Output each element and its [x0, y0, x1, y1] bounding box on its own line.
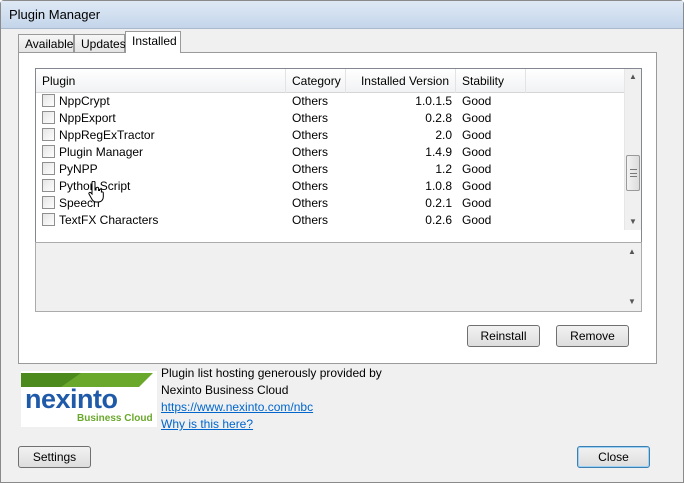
arrow-down-icon[interactable]: ▼	[629, 217, 637, 226]
row-checkbox[interactable]	[42, 196, 55, 209]
plugin-category: Others	[292, 94, 329, 108]
plugin-category: Others	[292, 128, 329, 142]
list-header: Plugin Category Installed Version Stabil…	[36, 69, 626, 93]
plugin-category: Others	[292, 162, 329, 176]
column-header-installed-version[interactable]: Installed Version	[346, 69, 456, 93]
plugin-stability: Good	[462, 196, 492, 210]
plugin-version: 1.0.8	[425, 179, 452, 193]
plugin-stability: Good	[462, 111, 492, 125]
row-checkbox[interactable]	[42, 179, 55, 192]
table-row[interactable]: Plugin Manager Others 1.4.9 Good	[36, 144, 626, 161]
tab-available[interactable]: Available	[18, 34, 74, 53]
arrow-up-icon[interactable]: ▲	[628, 247, 636, 256]
plugin-stability: Good	[462, 179, 492, 193]
close-button[interactable]: Close	[577, 446, 650, 468]
plugin-version: 0.2.1	[425, 196, 452, 210]
column-header-category[interactable]: Category	[286, 69, 346, 93]
plugin-version: 0.2.6	[425, 213, 452, 227]
remove-button[interactable]: Remove	[556, 325, 629, 347]
why-is-this-here-link[interactable]: Why is this here?	[161, 417, 253, 431]
sponsor-section: nexinto Business Cloud Plugin list hosti…	[18, 366, 658, 437]
sponsor-line-2: Nexinto Business Cloud	[161, 383, 289, 397]
plugin-version: 0.2.8	[425, 111, 452, 125]
plugin-name: NppCrypt	[59, 94, 110, 108]
table-row[interactable]: NppRegExTractor Others 2.0 Good	[36, 127, 626, 144]
plugin-category: Others	[292, 179, 329, 193]
window-title: Plugin Manager	[9, 7, 101, 22]
plugin-stability: Good	[462, 162, 492, 176]
row-checkbox[interactable]	[42, 128, 55, 141]
plugin-category: Others	[292, 145, 329, 159]
table-row[interactable]: PyNPP Others 1.2 Good	[36, 161, 626, 178]
grip-icon	[630, 169, 637, 177]
arrow-up-icon[interactable]: ▲	[629, 72, 637, 81]
plugin-stability: Good	[462, 94, 492, 108]
nexinto-logo[interactable]: nexinto Business Cloud	[21, 371, 157, 427]
table-row[interactable]: TextFX Characters Others 0.2.6 Good	[36, 212, 626, 229]
arrow-down-icon[interactable]: ▼	[628, 297, 636, 306]
row-checkbox[interactable]	[42, 162, 55, 175]
row-checkbox[interactable]	[42, 94, 55, 107]
plugin-stability: Good	[462, 213, 492, 227]
plugin-description-box[interactable]: ▲ ▼	[35, 242, 642, 312]
scroll-thumb[interactable]	[626, 155, 640, 191]
installed-tab-panel: Plugin Category Installed Version Stabil…	[18, 52, 657, 364]
row-checkbox[interactable]	[42, 213, 55, 226]
settings-button[interactable]: Settings	[18, 446, 91, 468]
sponsor-line-1: Plugin list hosting generously provided …	[161, 366, 382, 380]
row-checkbox[interactable]	[42, 111, 55, 124]
table-row[interactable]: Python Script Others 1.0.8 Good	[36, 178, 626, 195]
plugin-version: 1.0.1.5	[415, 94, 452, 108]
plugin-manager-window: Plugin Manager Available Updates Install…	[0, 0, 684, 483]
plugin-name: TextFX Characters	[59, 213, 159, 227]
plugin-category: Others	[292, 213, 329, 227]
reinstall-button[interactable]: Reinstall	[467, 325, 540, 347]
plugin-version: 2.0	[435, 128, 452, 142]
logo-wordmark: nexinto	[25, 384, 118, 414]
table-row[interactable]: NppCrypt Others 1.0.1.5 Good	[36, 93, 626, 110]
row-checkbox[interactable]	[42, 145, 55, 158]
plugin-version: 1.2	[435, 162, 452, 176]
table-row[interactable]: NppExport Others 0.2.8 Good	[36, 110, 626, 127]
sponsor-url-link[interactable]: https://www.nexinto.com/nbc	[161, 400, 313, 414]
plugin-stability: Good	[462, 145, 492, 159]
tab-installed[interactable]: Installed	[125, 31, 181, 53]
hand-pointer-icon	[88, 181, 104, 203]
column-header-plugin[interactable]: Plugin	[36, 69, 286, 93]
tab-updates[interactable]: Updates	[74, 34, 126, 53]
logo-tagline: Business Cloud	[77, 413, 153, 424]
table-row[interactable]: Speech Others 0.2.1 Good	[36, 195, 626, 212]
plugin-name: NppExport	[59, 111, 116, 125]
plugin-category: Others	[292, 111, 329, 125]
plugin-name: Plugin Manager	[59, 145, 144, 159]
plugin-version: 1.4.9	[425, 145, 452, 159]
plugin-category: Others	[292, 196, 329, 210]
plugin-name: PyNPP	[59, 162, 98, 176]
list-scrollbar[interactable]: ▲ ▼	[624, 69, 641, 230]
title-bar[interactable]: Plugin Manager	[1, 1, 683, 29]
plugin-name: NppRegExTractor	[59, 128, 155, 142]
description-scrollbar[interactable]: ▲ ▼	[624, 243, 641, 311]
column-header-stability[interactable]: Stability	[456, 69, 526, 93]
plugin-stability: Good	[462, 128, 492, 142]
